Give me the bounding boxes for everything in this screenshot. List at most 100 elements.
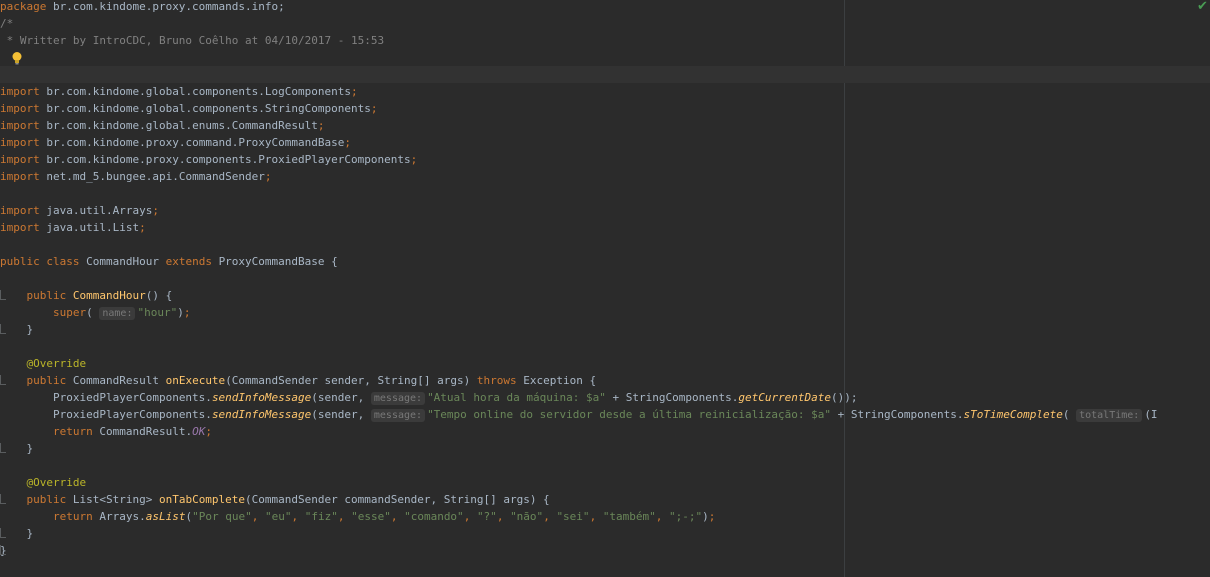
method-call: sToTimeComplete: [963, 408, 1063, 421]
code-line[interactable]: }: [0, 440, 1210, 457]
keyword: public: [26, 374, 73, 387]
current-line-highlight: [0, 66, 1210, 83]
method-call: sendInfoMessage: [211, 391, 312, 404]
import-line[interactable]: import br.com.kindome.global.components.…: [0, 100, 1210, 117]
import-line[interactable]: import java.util.Arrays;: [0, 202, 1210, 219]
fold-icon[interactable]: [0, 324, 6, 334]
string-literal: "eu": [264, 510, 292, 523]
comment: /*: [0, 17, 14, 30]
parameters: (CommandSender commandSender, String[] a…: [245, 493, 550, 506]
return-type: List<String>: [72, 493, 159, 506]
code-line[interactable]: super( name: "hour");: [0, 304, 1210, 321]
class-name: CommandHour: [86, 255, 159, 268]
argument: (sender,: [311, 408, 371, 421]
keyword: import: [0, 153, 40, 166]
code-line[interactable]: return Arrays.asList("Por que", "eu", "f…: [0, 508, 1210, 525]
import-path: br.com.kindome.global.components.StringC…: [46, 102, 371, 115]
keyword: package: [0, 0, 47, 13]
code-line[interactable]: @Override: [0, 355, 1210, 372]
method-declaration[interactable]: public List<String> onTabComplete(Comman…: [0, 491, 1210, 508]
method-call: asList: [145, 510, 186, 523]
base-class: ProxyCommandBase: [218, 255, 325, 268]
fold-icon[interactable]: [0, 290, 6, 300]
fold-icon[interactable]: [0, 528, 6, 538]
keyword: return: [52, 510, 93, 523]
string-literal: "Atual hora da máquina: $a": [427, 391, 606, 404]
string-literal: "também": [602, 510, 656, 523]
method-call: getCurrentDate: [738, 391, 832, 404]
fold-icon[interactable]: [0, 545, 6, 555]
semicolon: ;: [139, 221, 146, 234]
semicolon: ;: [317, 119, 325, 132]
keyword: import: [0, 204, 40, 217]
semicolon: ;: [351, 85, 358, 98]
string-literal: ";-;": [669, 510, 703, 523]
code-line[interactable]: package br.com.kindome.proxy.commands.in…: [0, 0, 1210, 15]
keyword: public class: [0, 255, 87, 268]
semicolon: ;: [152, 204, 159, 217]
code-line[interactable]: @Override: [0, 474, 1210, 491]
keyword: public: [26, 289, 73, 302]
exception-type: Exception {: [516, 374, 597, 387]
semicolon: ;: [264, 170, 272, 183]
class-ref: + StringComponents.: [605, 391, 739, 404]
parameter-hint: message:: [370, 392, 426, 405]
keyword: import: [0, 170, 40, 183]
method-name: onExecute: [165, 374, 226, 387]
parameters: (CommandSender sender, String[] args): [225, 374, 477, 387]
import-line[interactable]: import br.com.kindome.proxy.components.P…: [0, 151, 1210, 168]
import-line[interactable]: import java.util.List;: [0, 219, 1210, 236]
keyword: import: [0, 119, 40, 132]
import-path: java.util.Arrays: [46, 204, 153, 217]
code-editor[interactable]: ✔ package br.com.kindome.proxy.commands.…: [0, 0, 1210, 577]
semicolon: ;: [410, 153, 418, 166]
class-ref: + StringComponents.: [831, 408, 964, 421]
string-literal: "Tempo online do servidor desde a última…: [427, 408, 832, 421]
import-path: net.md_5.bungee.api.CommandSender: [46, 170, 265, 183]
code-line[interactable]: ProxiedPlayerComponents.sendInfoMessage(…: [0, 406, 1210, 423]
string-literal: "?": [476, 510, 497, 523]
annotation: @Override: [26, 476, 87, 489]
truncated-text: (I: [1144, 408, 1158, 421]
string-literal: "sei": [556, 510, 590, 523]
fold-icon[interactable]: [0, 375, 6, 385]
keyword: return: [52, 425, 93, 438]
code-line[interactable]: * Writter by IntroCDC, Bruno Coêlho at 0…: [0, 32, 1210, 49]
lightbulb-icon[interactable]: [10, 51, 24, 65]
constructor-name: CommandHour: [72, 289, 146, 302]
keyword: import: [0, 136, 40, 149]
method-name: onTabComplete: [158, 493, 246, 506]
parameter-hint: name:: [99, 307, 136, 320]
semicolon: ;: [344, 136, 352, 149]
class-ref: Arrays.: [92, 510, 146, 523]
annotation: @Override: [26, 357, 87, 370]
semicolon: ;: [370, 102, 378, 115]
keyword: public: [26, 493, 73, 506]
import-line[interactable]: import br.com.kindome.global.enums.Comma…: [0, 117, 1210, 134]
code-line[interactable]: }: [0, 542, 1210, 559]
fold-icon[interactable]: [0, 494, 6, 504]
method-declaration[interactable]: public CommandResult onExecute(CommandSe…: [0, 372, 1210, 389]
code-line[interactable]: }: [0, 525, 1210, 542]
import-path: java.util.List: [46, 221, 140, 234]
return-type: CommandResult: [72, 374, 159, 387]
method-call: sendInfoMessage: [211, 408, 312, 421]
code-line[interactable]: /*: [0, 15, 1210, 32]
code-line[interactable]: ProxiedPlayerComponents.sendInfoMessage(…: [0, 389, 1210, 406]
string-literal: "esse": [351, 510, 391, 523]
import-line[interactable]: import br.com.kindome.global.components.…: [0, 83, 1210, 100]
code-line[interactable]: return CommandResult.OK;: [0, 423, 1210, 440]
keyword: import: [0, 85, 40, 98]
fold-icon[interactable]: [0, 443, 6, 453]
import-path: br.com.kindome.proxy.command.ProxyComman…: [46, 136, 345, 149]
import-path: br.com.kindome.proxy.components.ProxiedP…: [46, 153, 411, 166]
code-line[interactable]: }: [0, 321, 1210, 338]
import-line[interactable]: import br.com.kindome.proxy.command.Prox…: [0, 134, 1210, 151]
import-line[interactable]: import net.md_5.bungee.api.CommandSender…: [0, 168, 1210, 185]
enum-constant: OK: [192, 425, 206, 438]
punctuation: ());: [831, 391, 858, 404]
keyword: throws: [476, 374, 517, 387]
class-declaration[interactable]: public class CommandHour extends ProxyCo…: [0, 253, 1210, 270]
constructor-declaration[interactable]: public CommandHour() {: [0, 287, 1210, 304]
parameter-hint: totalTime:: [1076, 409, 1143, 422]
